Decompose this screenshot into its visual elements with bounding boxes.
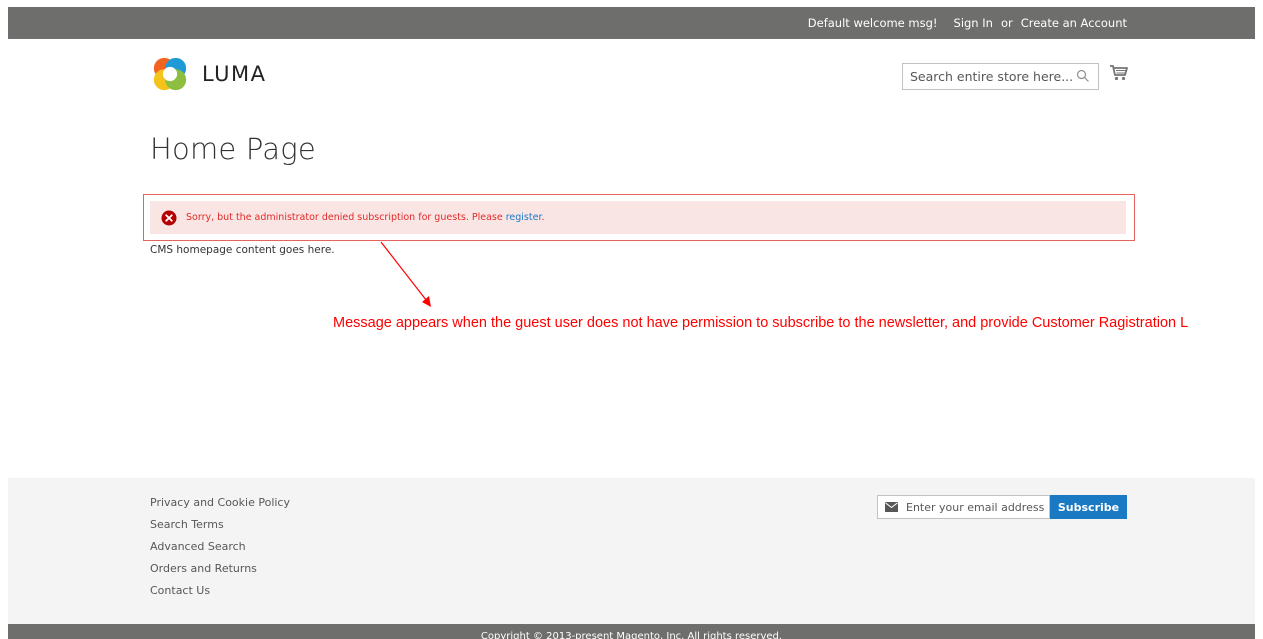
footer-links: Privacy and Cookie Policy Search Terms A… xyxy=(150,496,290,606)
newsletter-form: Subscribe xyxy=(877,495,1127,519)
error-message-suffix: . xyxy=(541,212,545,223)
create-account-link[interactable]: Create an Account xyxy=(1021,16,1127,30)
header-links: Default welcome msg! Sign In or Create a… xyxy=(808,16,1127,30)
newsletter-email-input[interactable] xyxy=(906,500,1046,514)
annotation-arrow-icon xyxy=(380,241,431,307)
logo[interactable]: LUMA xyxy=(151,55,267,93)
logo-text: LUMA xyxy=(202,62,267,86)
subscribe-button[interactable]: Subscribe xyxy=(1050,495,1127,519)
page: Default welcome msg! Sign In or Create a… xyxy=(0,0,1263,639)
page-title: Home Page xyxy=(150,132,316,166)
page-footer: Privacy and Cookie Policy Search Terms A… xyxy=(8,478,1255,624)
annotation-text: Message appears when the guest user does… xyxy=(333,315,1189,331)
footer-link-advanced-search[interactable]: Advanced Search xyxy=(150,540,290,562)
sign-in-link[interactable]: Sign In xyxy=(954,16,993,30)
error-icon xyxy=(161,210,177,225)
luma-logo-icon xyxy=(153,57,187,91)
panel-header: Default welcome msg! Sign In or Create a… xyxy=(8,7,1255,39)
footer-link-privacy[interactable]: Privacy and Cookie Policy xyxy=(150,496,290,518)
error-message-text: Sorry, but the administrator denied subs… xyxy=(186,212,545,223)
search-icon[interactable] xyxy=(1076,69,1090,83)
footer-link-search-terms[interactable]: Search Terms xyxy=(150,518,290,540)
copyright: Copyright © 2013-present Magento, Inc. A… xyxy=(8,624,1255,639)
register-link[interactable]: register xyxy=(506,212,542,223)
mail-icon xyxy=(885,502,898,512)
footer-link-contact[interactable]: Contact Us xyxy=(150,584,290,606)
cms-content: CMS homepage content goes here. xyxy=(150,244,335,256)
footer-link-orders-returns[interactable]: Orders and Returns xyxy=(150,562,290,584)
cart-icon[interactable] xyxy=(1109,64,1129,82)
error-message-body: Sorry, but the administrator denied subs… xyxy=(186,212,506,223)
search-box[interactable] xyxy=(902,63,1099,90)
error-message: Sorry, but the administrator denied subs… xyxy=(150,201,1126,234)
search-input[interactable] xyxy=(903,64,1073,89)
newsletter-field[interactable] xyxy=(877,495,1050,519)
welcome-message: Default welcome msg! xyxy=(807,16,938,30)
or-text: or xyxy=(1000,16,1013,30)
